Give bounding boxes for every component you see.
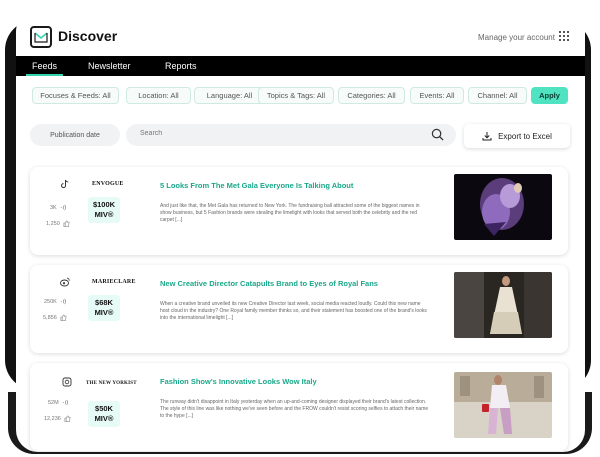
- reach-metric: 250K: [44, 298, 67, 305]
- miv-label: MIV®: [94, 308, 114, 317]
- app-header: Discover Manage your account: [16, 6, 585, 56]
- article-card[interactable]: 3K 1,250 ENVOGUE $100K MIV® 5 Looks From…: [30, 167, 568, 255]
- nav-bar: Feeds Newsletter Reports: [16, 56, 585, 76]
- thumbs-up-icon: [63, 220, 70, 227]
- broadcast-icon: [62, 399, 68, 406]
- export-excel-button[interactable]: Export to Excel: [464, 124, 570, 148]
- reach-metric: 3K: [50, 204, 67, 211]
- article-card[interactable]: 250K 5,856 MARIECLARE $68K MIV® New Crea…: [30, 265, 568, 353]
- app-title: Discover: [58, 28, 118, 44]
- miv-badge: $100K MIV®: [88, 197, 120, 223]
- article-excerpt: When a creative brand unveiled its new C…: [160, 301, 427, 321]
- runway-photo-image: [454, 272, 552, 338]
- likes-value: 1,250: [46, 220, 60, 227]
- filter-topics-tags[interactable]: Topics & Tags: All: [258, 87, 334, 104]
- filter-channel[interactable]: Channel: All: [468, 87, 527, 104]
- reach-value: 3K: [50, 204, 57, 211]
- publication-date-picker[interactable]: Publication date: [30, 124, 120, 146]
- tab-reports[interactable]: Reports: [165, 61, 197, 71]
- likes-metric: 12,236: [44, 415, 71, 422]
- broadcast-icon: [60, 298, 66, 305]
- miv-value: $68K: [95, 298, 113, 307]
- article-title[interactable]: New Creative Director Catapults Brand to…: [160, 279, 378, 288]
- outlet-logo: THE NEW YORKIST: [86, 381, 137, 386]
- likes-metric: 5,856: [43, 314, 67, 321]
- article-thumbnail[interactable]: [454, 174, 552, 240]
- export-label: Export to Excel: [498, 131, 552, 141]
- outlet-logo: ENVOGUE: [92, 181, 124, 187]
- filter-events[interactable]: Events: All: [410, 87, 464, 104]
- article-thumbnail[interactable]: [454, 372, 552, 438]
- article-excerpt: And just like that, the Met Gala has ret…: [160, 203, 420, 223]
- tab-newsletter[interactable]: Newsletter: [88, 61, 131, 71]
- broadcast-icon: [60, 204, 66, 211]
- likes-metric: 1,250: [46, 220, 70, 227]
- likes-value: 5,856: [43, 314, 57, 321]
- thumbs-up-icon: [64, 415, 71, 422]
- street-style-photo-image: [454, 372, 552, 438]
- logo-icon: [30, 26, 52, 48]
- gala-photo-image: [454, 174, 552, 240]
- miv-badge: $68K MIV®: [88, 295, 120, 321]
- reach-value: 250K: [44, 298, 57, 305]
- app-screen: Discover Manage your account Feeds Newsl…: [16, 6, 585, 452]
- instagram-icon: [62, 377, 72, 387]
- tiktok-icon: [61, 179, 69, 189]
- filter-focuses-feeds[interactable]: Focuses & Feeds: All: [32, 87, 119, 104]
- search-icon[interactable]: [431, 128, 444, 141]
- article-excerpt: The runway didn't disappoint in Italy ye…: [160, 399, 429, 419]
- miv-label: MIV®: [94, 414, 114, 423]
- likes-value: 12,236: [44, 415, 61, 422]
- apps-grid-icon[interactable]: [559, 31, 569, 41]
- article-title[interactable]: 5 Looks From The Met Gala Everyone Is Ta…: [160, 181, 353, 190]
- article-card[interactable]: 52M 12,236 THE NEW YORKIST $50K MIV® Fas…: [30, 363, 568, 451]
- search-bar: [126, 124, 456, 146]
- miv-value: $100K: [92, 200, 116, 209]
- weibo-icon: [60, 277, 70, 287]
- apply-button[interactable]: Apply: [531, 87, 568, 104]
- manage-account-link[interactable]: Manage your account: [478, 33, 555, 42]
- search-input[interactable]: [140, 130, 400, 137]
- reach-metric: 52M: [48, 399, 69, 406]
- download-icon: [482, 132, 492, 141]
- filter-categories[interactable]: Categories: All: [338, 87, 405, 104]
- miv-label: MIV®: [94, 210, 114, 219]
- miv-value: $50K: [95, 404, 113, 413]
- filter-language[interactable]: Language: All: [194, 87, 265, 104]
- reach-value: 52M: [48, 399, 59, 406]
- article-title[interactable]: Fashion Show's Innovative Looks Wow Ital…: [160, 377, 317, 386]
- thumbs-up-icon: [60, 314, 67, 321]
- article-thumbnail[interactable]: [454, 272, 552, 338]
- filter-location[interactable]: Location: All: [126, 87, 191, 104]
- tab-feeds[interactable]: Feeds: [25, 61, 64, 76]
- miv-badge: $50K MIV®: [88, 401, 120, 427]
- outlet-logo: MARIECLARE: [92, 279, 136, 285]
